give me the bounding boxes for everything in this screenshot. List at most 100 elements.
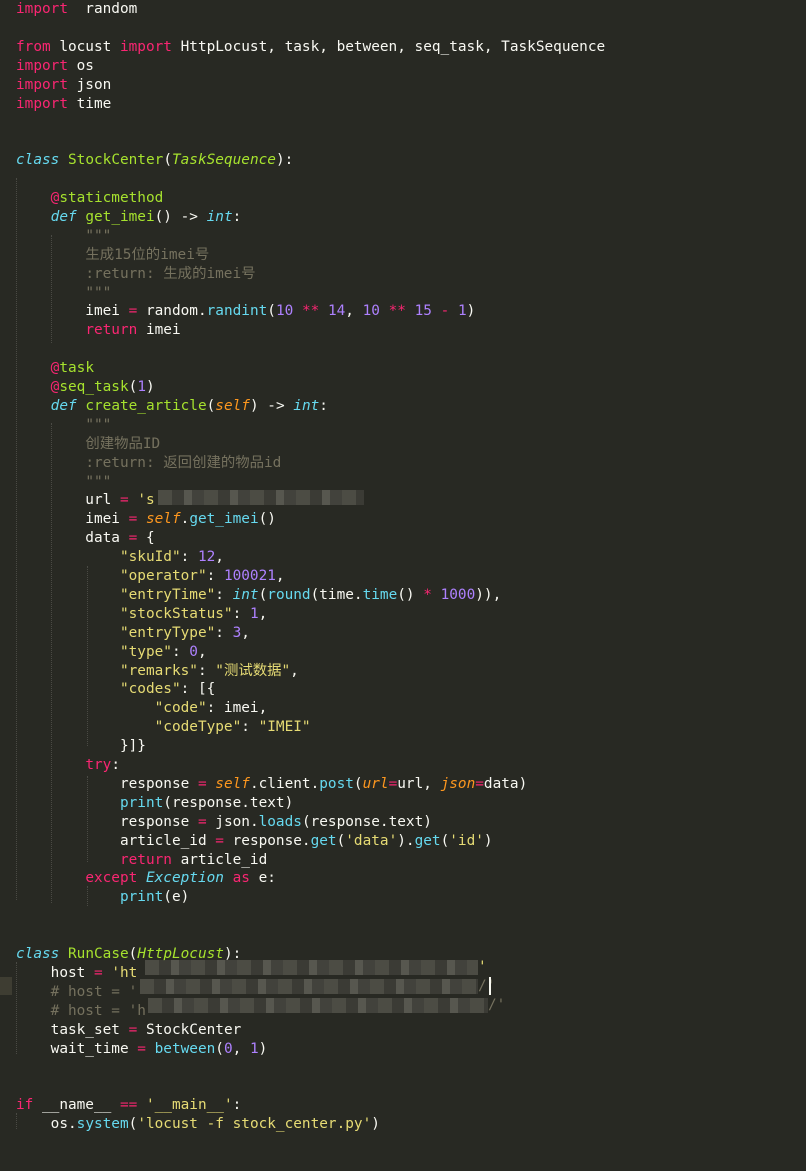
code-token: ) -> [249,397,294,414]
code-token: ( [336,832,346,849]
code-line: """ [16,284,111,303]
code-token: """ [85,416,112,433]
code-token: : [171,643,190,660]
code-line: "skuId": 12, [16,548,224,567]
code-token: create_article [85,397,207,414]
code-line: """ [16,473,111,492]
redacted-comment-host-2 [148,998,488,1013]
code-line: print(response.text) [16,794,293,813]
code-token: import [16,76,68,93]
code-token: "operator" [119,568,207,584]
code-line: "codeType": "IMEI" [16,718,311,737]
code-line: "codes": [{ [16,680,215,699]
code-token: 1 [249,605,259,622]
code-token: class [16,152,60,169]
code-token: self [145,511,181,528]
code-line: "type": 0, [16,643,207,662]
code-token: (response.text) [301,813,432,830]
code-token: : [215,624,233,641]
code-token: return [119,851,172,868]
code-token: "测试数据" [215,662,291,679]
code-line: @task [16,359,94,378]
code-token: # host = ' [50,983,138,1000]
code-token: time [67,95,112,112]
code-line: imei = self.get_imei() [16,510,276,529]
code-token: (e) [163,889,190,906]
code-line: # host = ' [16,983,138,1002]
code-token: :return: 生成的imei号 [85,265,256,282]
code-token: , [258,605,268,622]
code-line: 创建物品ID [16,435,160,454]
code-token: ) [145,379,155,395]
code-token: . [180,511,190,528]
code-token: HttpLocust, task, between, seq_task, Tas… [171,38,606,55]
code-token: () -> [154,208,207,225]
code-token: random [67,1,138,17]
code-token: class [16,946,60,962]
code-token: () [397,586,424,603]
code-token: __name__ [33,1097,120,1114]
code-token: 0 [223,1040,233,1057]
code-token: except [85,870,138,887]
code-token: : [319,397,328,414]
code-token: ( [258,586,268,603]
code-line: import random [16,0,137,19]
code-token: .client. [249,775,320,792]
code-token: def [50,208,77,225]
code-token: = [93,964,103,981]
code-token: print [119,794,164,811]
code-line: "entryType": 3, [16,624,250,643]
code-editor[interactable]: import random from locust import HttpLocu… [0,0,806,1171]
code-token: ( [128,379,138,395]
code-token: url [16,492,120,509]
code-token: int [232,586,259,603]
code-token: task [59,360,94,377]
code-token: article_id [171,851,268,868]
code-token: = [128,1021,138,1038]
code-token: e: [249,870,276,887]
code-token: try [85,757,112,773]
code-token: ): [275,152,294,169]
code-token: random. [137,303,207,320]
code-token: randint [206,303,268,320]
code-token: = [128,303,138,320]
code-token: "entryType" [119,624,216,641]
code-token: ** [301,303,320,320]
code-line: :return: 返回创建的物品id [16,454,281,473]
code-token: """ [85,227,112,244]
code-token: RunCase [68,946,129,962]
code-token: import [16,1,68,17]
code-token: 'locust -f stock_center.py' [137,1116,372,1133]
code-token: if [16,1097,34,1114]
code-token: ( [128,1116,138,1133]
code-token: : [197,662,216,679]
code-token: self [215,775,250,792]
code-line: "code": imei, [16,699,268,718]
code-line: """ [16,227,111,246]
code-token: = [128,511,138,528]
code-token: ( [215,1040,224,1057]
code-token: "remarks" [119,662,198,679]
code-token: }]} [16,738,146,755]
code-token: , [290,662,299,679]
code-token: locust [50,38,120,55]
code-token: ( [163,152,172,169]
code-line: response = json.loads(response.text) [16,813,432,832]
code-line: os.system('locust -f stock_center.py') [16,1115,380,1134]
